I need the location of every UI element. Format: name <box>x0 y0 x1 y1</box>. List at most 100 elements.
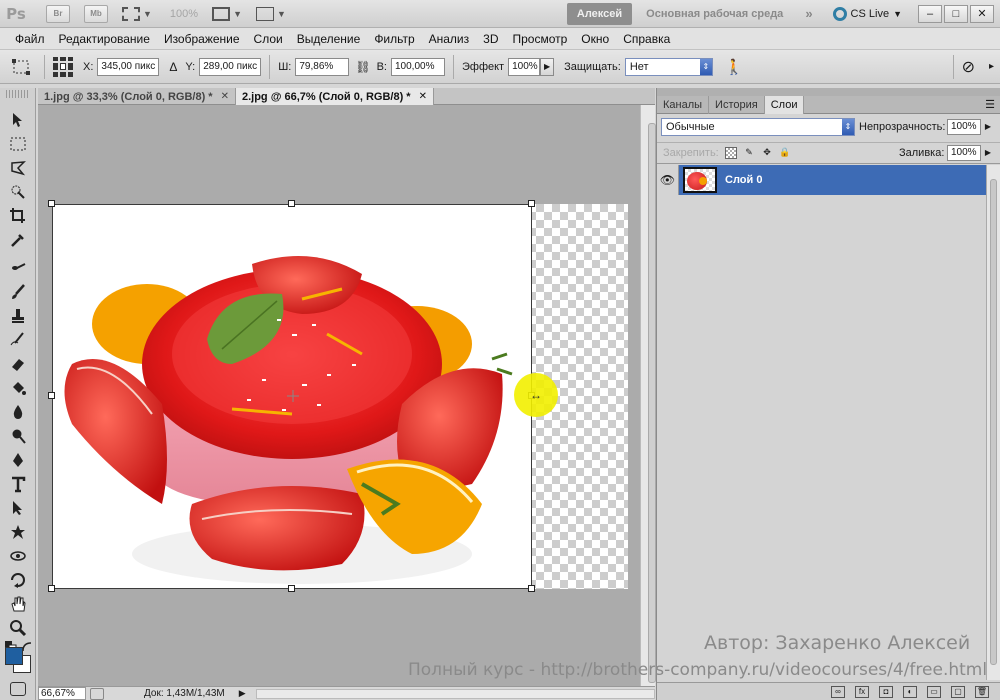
eye-icon[interactable]: 👁 <box>657 165 679 195</box>
status-menu-icon[interactable]: ▶ <box>239 688 246 699</box>
document-canvas[interactable] <box>52 204 532 589</box>
transform-handle-left[interactable] <box>48 392 55 399</box>
layer-style-icon[interactable]: fx <box>855 685 869 698</box>
blur-tool-icon[interactable] <box>8 402 28 422</box>
scroll-thumb[interactable] <box>990 179 997 665</box>
quick-selection-tool-icon[interactable] <box>8 182 28 202</box>
delta-icon[interactable]: Δ <box>169 60 177 74</box>
blend-mode-select[interactable]: Обычные ⇕ <box>661 118 855 136</box>
menu-help[interactable]: Справка <box>616 32 677 46</box>
bridge-button[interactable]: Br <box>46 4 70 23</box>
tool-preset-picker[interactable] <box>8 55 36 79</box>
zoom-level-dropdown[interactable]: 100% <box>170 8 198 20</box>
protect-select[interactable]: Нет ⇕ <box>624 57 713 76</box>
custom-shape-tool-icon[interactable] <box>8 522 28 542</box>
paint-bucket-tool-icon[interactable] <box>8 378 28 398</box>
maximize-button[interactable]: □ <box>944 4 968 23</box>
lock-pixels-icon[interactable]: ✎ <box>743 147 755 159</box>
effect-slider-button[interactable]: ▶ <box>540 57 555 76</box>
tab-channels[interactable]: Каналы <box>657 96 710 114</box>
link-icon[interactable]: ⛓ <box>355 60 370 74</box>
menu-filter[interactable]: Фильтр <box>367 32 421 46</box>
zoom-input[interactable]: 66,67% <box>38 687 86 700</box>
transform-handle-bottom-left[interactable] <box>48 585 55 592</box>
eyedropper-tool-icon[interactable] <box>8 230 28 250</box>
menu-analysis[interactable]: Анализ <box>422 32 477 46</box>
menu-window[interactable]: Окно <box>574 32 616 46</box>
menu-edit[interactable]: Редактирование <box>52 32 157 46</box>
tab-layers[interactable]: Слои <box>764 96 805 114</box>
transform-handle-top[interactable] <box>288 200 295 207</box>
layers-scrollbar[interactable] <box>986 165 1000 680</box>
tab-document-1[interactable]: 1.jpg @ 33,3% (Слой 0, RGB/8) * ✕ <box>38 88 236 105</box>
spot-healing-tool-icon[interactable] <box>8 258 28 278</box>
workspace-user-button[interactable]: Алексей <box>566 2 633 25</box>
new-layer-icon[interactable]: ▢ <box>951 685 965 698</box>
transform-handle-top-right[interactable] <box>528 200 535 207</box>
cancel-transform-icon[interactable]: ⊘ <box>962 57 975 77</box>
foreground-color-swatch[interactable] <box>5 647 23 665</box>
transform-handle-bottom-right[interactable] <box>528 585 535 592</box>
cs-live-menu[interactable]: CS Live ▼ <box>832 6 902 21</box>
view-extras-dropdown[interactable]: ▼ <box>122 6 152 21</box>
workspace-more-icon[interactable]: » <box>805 6 812 21</box>
layer-name[interactable]: Слой 0 <box>725 174 762 186</box>
adjustment-layer-icon[interactable]: ◐ <box>903 685 917 698</box>
height-scale-input[interactable]: 100,00% <box>391 57 445 76</box>
marquee-tool-icon[interactable] <box>8 134 28 154</box>
link-layers-icon[interactable]: ∞ <box>831 685 845 698</box>
eraser-tool-icon[interactable] <box>8 354 28 374</box>
quick-mask-button[interactable] <box>10 682 26 696</box>
tab-document-2[interactable]: 2.jpg @ 66,7% (Слой 0, RGB/8) * ✕ <box>235 88 434 105</box>
minimize-button[interactable]: – <box>918 4 942 23</box>
history-brush-tool-icon[interactable] <box>8 330 28 350</box>
close-tab-icon[interactable]: ✕ <box>419 91 427 102</box>
effect-amount-input[interactable]: 100% <box>508 57 541 76</box>
add-mask-icon[interactable]: ◘ <box>879 685 893 698</box>
layer-row[interactable]: 👁 Слой 0 <box>657 165 987 195</box>
menu-view[interactable]: Просмотр <box>505 32 574 46</box>
width-scale-input[interactable]: 79,86% <box>295 57 350 76</box>
lock-all-icon[interactable]: 🔒 <box>779 147 791 159</box>
brush-tool-icon[interactable] <box>8 282 28 302</box>
panel-menu-icon[interactable]: ☰ <box>985 96 995 113</box>
protect-skin-tones-icon[interactable]: 🚶 <box>725 58 744 76</box>
lock-position-icon[interactable]: ✥ <box>761 147 773 159</box>
hand-tool-icon[interactable] <box>8 594 28 614</box>
close-tab-icon[interactable]: ✕ <box>221 91 229 102</box>
transform-handle-top-left[interactable] <box>48 200 55 207</box>
type-tool-icon[interactable] <box>8 474 28 494</box>
3d-rotate-tool-icon[interactable] <box>8 546 28 566</box>
toolbox-grip[interactable] <box>6 90 29 98</box>
screen-mode-dropdown[interactable]: ▼ <box>255 6 286 21</box>
panel-grip[interactable] <box>657 88 1000 96</box>
menu-image[interactable]: Изображение <box>157 32 247 46</box>
x-position-input[interactable]: 345,00 пикс <box>97 57 160 76</box>
scroll-thumb[interactable] <box>648 123 656 683</box>
zoom-tool-icon[interactable] <box>8 618 28 638</box>
fill-input[interactable]: 100% <box>947 145 981 161</box>
opacity-slider-icon[interactable]: ▶ <box>983 119 993 135</box>
status-info-icon[interactable] <box>90 687 104 700</box>
horizontal-scrollbar[interactable] <box>255 688 655 699</box>
opacity-input[interactable]: 100% <box>947 119 981 135</box>
3d-orbit-tool-icon[interactable] <box>8 570 28 590</box>
move-tool-icon[interactable] <box>8 110 28 130</box>
arrange-documents-dropdown[interactable]: ▼ <box>212 6 242 21</box>
delete-layer-icon[interactable]: 🗑 <box>975 685 989 698</box>
transform-handle-bottom[interactable] <box>288 585 295 592</box>
new-group-icon[interactable]: ▭ <box>927 685 941 698</box>
lock-transparent-icon[interactable] <box>725 147 737 159</box>
path-selection-tool-icon[interactable] <box>8 498 28 518</box>
lasso-tool-icon[interactable] <box>8 158 28 178</box>
reference-point-icon[interactable] <box>53 56 73 77</box>
tab-history[interactable]: История <box>709 96 765 114</box>
vertical-scrollbar[interactable] <box>640 105 656 686</box>
menu-select[interactable]: Выделение <box>290 32 368 46</box>
crop-tool-icon[interactable] <box>8 206 28 226</box>
collapse-icon[interactable]: ▸ <box>989 61 994 72</box>
y-position-input[interactable]: 289,00 пикс <box>199 57 262 76</box>
menu-file[interactable]: Файл <box>8 32 52 46</box>
workspace-essentials-button[interactable]: Основная рабочая среда <box>646 8 783 20</box>
close-button[interactable]: ✕ <box>970 4 994 23</box>
